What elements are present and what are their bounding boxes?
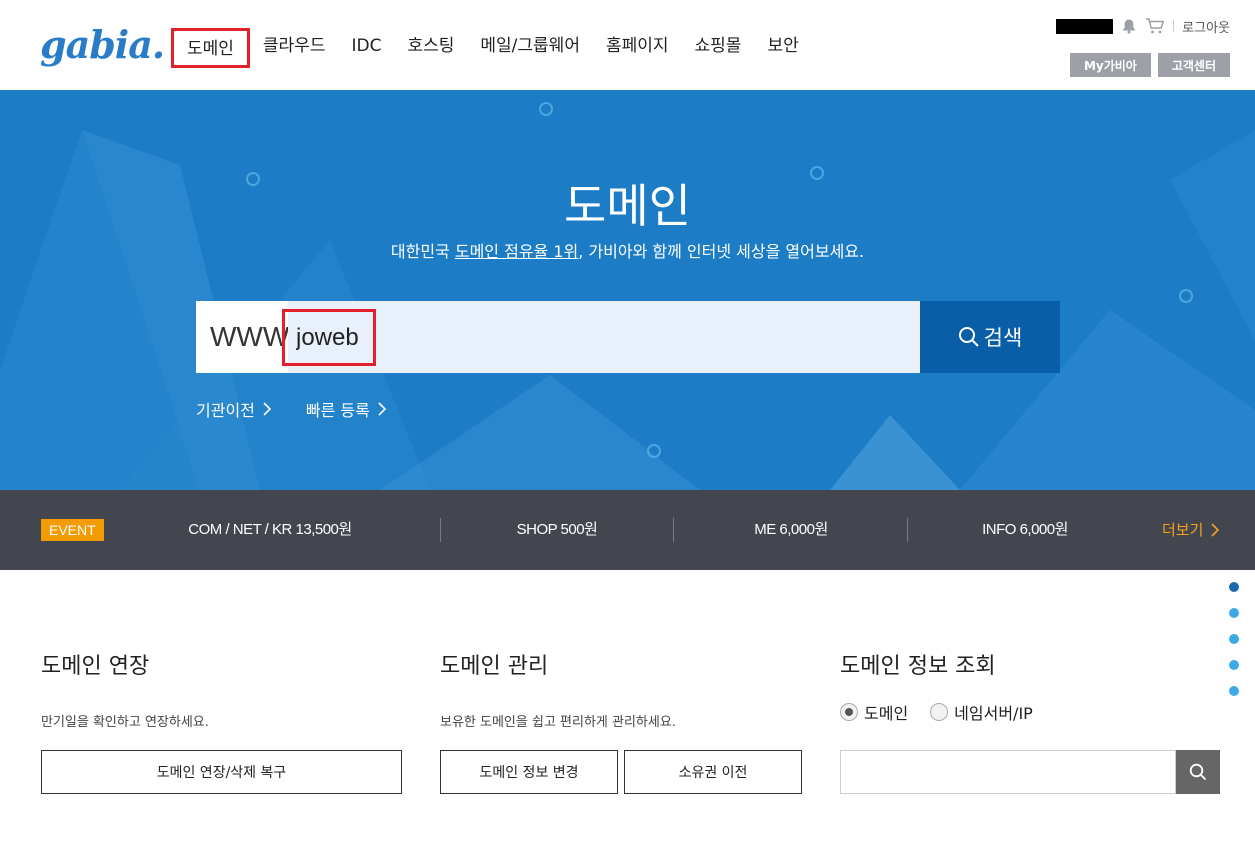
hero-title: 도메인 [564,179,691,233]
ownership-transfer-button[interactable]: 소유권 이전 [624,750,802,794]
logout-link[interactable]: 로그아웃 [1182,17,1230,36]
quick-register-label: 빠른 등록 [305,401,370,420]
nav-cloud[interactable]: 클라우드 [250,28,339,68]
hero-background [0,102,1255,490]
renewal-title: 도메인 연장 [41,654,150,679]
util-buttons: My가비아 고객센터 [1069,53,1230,77]
lookup-search-box [840,750,1220,794]
section-pager [1229,582,1239,712]
institution-transfer-label: 기관이전 [196,401,255,420]
nav-hosting[interactable]: 호스팅 [394,28,467,68]
divider [440,518,441,542]
renew-restore-button[interactable]: 도메인 연장/삭제 복구 [41,750,402,794]
pager-dot-active[interactable] [1229,582,1239,592]
radio-unselected[interactable] [930,703,949,721]
nav-idc[interactable]: IDC [338,28,394,68]
event-item-me[interactable]: ME 6,000원 [721,490,861,570]
search-input-area[interactable] [282,301,920,373]
redacted-username[interactable] [1056,18,1114,34]
logo-dot: . [151,22,165,67]
hero-banner: 도메인 대한민국 도메인 점유율 1위, 가비아와 함께 인터넷 세상을 열어보… [0,90,1255,490]
bell-icon[interactable] [1121,18,1137,34]
nav-security[interactable]: 보안 [754,28,811,68]
util-menu: 로그아웃 [1056,14,1230,38]
search-icon [1189,763,1207,781]
event-more-label: 더보기 [1162,521,1204,539]
radio-domain[interactable]: 도메인 [840,700,908,724]
subtitle-text: 대한민국 [390,242,455,261]
domain-search-input[interactable] [282,309,376,366]
event-more-link[interactable]: 더보기 [1162,490,1220,570]
event-item-com-net-kr[interactable]: COM / NET / KR 13,500원 [150,490,390,570]
lookup-search-input[interactable] [840,750,1176,794]
search-icon [958,327,979,347]
gabia-logo[interactable]: gabia. [40,22,165,68]
customer-center-button[interactable]: 고객센터 [1157,53,1230,77]
nav-homepage[interactable]: 홈페이지 [593,28,682,68]
www-prefix: WWW. [196,301,296,373]
institution-transfer-link[interactable]: 기관이전 [196,397,272,421]
pager-dot[interactable] [1229,660,1239,670]
subtitle-text-end: , 가비아와 함께 인터넷 세상을 열어보세요. [578,242,865,261]
event-badge: EVENT [41,519,104,541]
pager-dot[interactable] [1229,634,1239,644]
section-domain-lookup: 도메인 정보 조회 도메인 네임서버/IP [840,648,1220,794]
section-domain-management: 도메인 관리 보유한 도메인을 쉽고 편리하게 관리하세요. 도메인 정보 변경… [440,648,802,794]
radio-nameserver-ip[interactable]: 네임서버/IP [930,700,1033,724]
chevron-right-icon [263,402,272,416]
nav-shopping-mall[interactable]: 쇼핑몰 [682,28,755,68]
search-button-label: 검색 [983,326,1023,350]
hero-links: 기관이전 빠른 등록 [196,397,387,421]
cart-icon[interactable] [1145,17,1165,35]
divider [673,518,674,542]
pager-dot[interactable] [1229,686,1239,696]
radio-selected[interactable] [840,703,858,721]
change-domain-info-button[interactable]: 도메인 정보 변경 [440,750,618,794]
lookup-title: 도메인 정보 조회 [840,654,996,679]
logo-text: gabia [40,22,153,67]
radio-domain-label: 도메인 [864,704,909,723]
renewal-description: 만기일을 확인하고 연장하세요. [41,715,209,730]
nav-domain[interactable]: 도메인 [171,28,250,68]
search-button[interactable]: 검색 [920,301,1060,373]
event-item-info[interactable]: INFO 6,000원 [955,490,1095,570]
divider [907,518,908,542]
pager-dot[interactable] [1229,608,1239,618]
event-item-shop[interactable]: SHOP 500원 [487,490,627,570]
nav-mail-groupware[interactable]: 메일/그룹웨어 [467,28,593,68]
hero-subtitle: 대한민국 도메인 점유율 1위, 가비아와 함께 인터넷 세상을 열어보세요. [0,238,1255,262]
event-bar: EVENT COM / NET / KR 13,500원 SHOP 500원 M… [0,490,1255,570]
radio-nameserver-label: 네임서버/IP [954,704,1033,723]
quick-register-link[interactable]: 빠른 등록 [306,397,387,421]
management-title: 도메인 관리 [440,654,549,679]
section-domain-renewal: 도메인 연장 만기일을 확인하고 연장하세요. 도메인 연장/삭제 복구 [41,648,403,794]
chevron-right-icon [378,402,386,416]
market-share-link[interactable]: 도메인 점유율 1위 [455,242,578,261]
main-nav: 도메인 클라우드 IDC 호스팅 메일/그룹웨어 홈페이지 쇼핑몰 보안 [171,28,812,68]
domain-search-box: WWW. 검색 [196,301,1060,373]
management-description: 보유한 도메인을 쉽고 편리하게 관리하세요. [440,715,676,730]
divider [1173,20,1175,32]
my-gabia-button[interactable]: My가비아 [1069,53,1151,77]
lookup-search-button[interactable] [1176,750,1220,794]
chevron-right-icon [1211,523,1220,537]
site-header: gabia. 도메인 클라우드 IDC 호스팅 메일/그룹웨어 홈페이지 쇼핑몰… [0,0,1255,90]
lookup-type-radios: 도메인 네임서버/IP [840,700,1033,724]
